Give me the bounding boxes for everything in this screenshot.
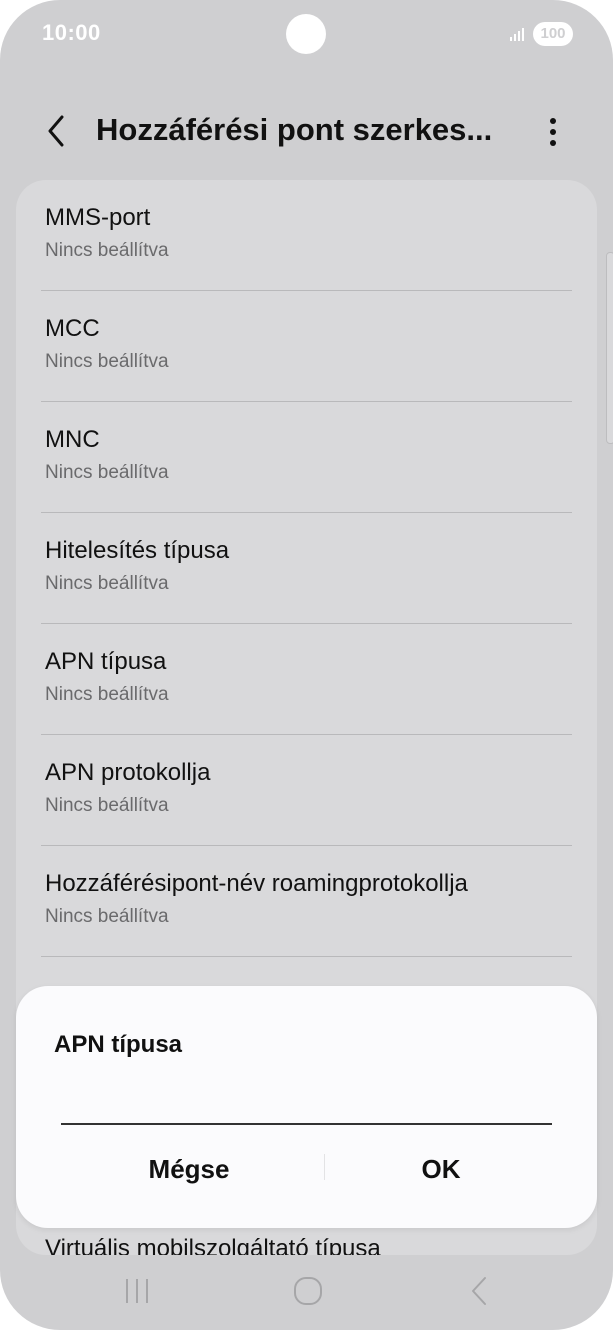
setting-title: MMS-port — [45, 204, 151, 231]
setting-value: Nincs beállítva — [45, 684, 169, 705]
apn-type-dialog: APN típusa Mégse OK — [16, 986, 597, 1228]
back-icon[interactable] — [455, 1269, 505, 1313]
setting-title: APN típusa — [45, 648, 167, 675]
setting-title: Hitelesítés típusa — [45, 537, 230, 564]
setting-row-mnc[interactable]: MNC Nincs beállítva — [16, 402, 597, 513]
app-bar: Hozzáférési pont szerkes... — [0, 100, 613, 164]
cancel-button[interactable]: Mégse — [74, 1136, 304, 1200]
setting-value: Nincs beállítva — [45, 795, 169, 816]
home-icon[interactable] — [283, 1269, 333, 1313]
signal-icon — [510, 28, 524, 41]
setting-row-mms-port[interactable]: MMS-port Nincs beállítva — [16, 180, 597, 291]
setting-title: Hozzáférésipont-név roamingprotokollja — [45, 870, 468, 897]
setting-row-roaming-protocol[interactable]: Hozzáférésipont-név roamingprotokollja N… — [16, 846, 597, 957]
more-vert-icon[interactable] — [538, 114, 568, 150]
setting-title: MCC — [45, 315, 100, 342]
ok-button[interactable]: OK — [326, 1136, 556, 1200]
setting-row-mvno-type[interactable]: Virtuális mobilszolgáltató típusa — [45, 1235, 381, 1255]
camera-cutout — [286, 14, 326, 54]
battery-icon: 100 — [533, 22, 573, 46]
button-separator — [324, 1154, 325, 1180]
setting-value: Nincs beállítva — [45, 573, 169, 594]
scrollbar[interactable] — [606, 252, 613, 444]
setting-value: Nincs beállítva — [45, 906, 169, 927]
setting-value: Nincs beállítva — [45, 351, 169, 372]
phone-screen: 10:00 100 Hozzáférési pont szerkes... MM… — [0, 0, 613, 1330]
setting-row-apn-type[interactable]: APN típusa Nincs beállítva — [16, 624, 597, 735]
setting-row-auth-type[interactable]: Hitelesítés típusa Nincs beállítva — [16, 513, 597, 624]
status-time: 10:00 — [42, 20, 101, 45]
page-title: Hozzáférési pont szerkes... — [96, 112, 493, 147]
dialog-title: APN típusa — [54, 1031, 183, 1058]
recent-apps-icon[interactable] — [112, 1269, 162, 1313]
input-underline — [61, 1123, 552, 1125]
setting-title: MNC — [45, 426, 100, 453]
setting-value: Nincs beállítva — [45, 462, 169, 483]
setting-row-mcc[interactable]: MCC Nincs beállítva — [16, 291, 597, 402]
setting-row-apn-protocol[interactable]: APN protokollja Nincs beállítva — [16, 735, 597, 846]
chevron-left-icon[interactable] — [42, 114, 72, 148]
apn-type-input[interactable] — [61, 1091, 551, 1121]
divider — [41, 956, 572, 957]
navigation-bar — [0, 1255, 613, 1330]
setting-title: APN protokollja — [45, 759, 211, 786]
status-bar: 10:00 100 — [0, 0, 613, 70]
setting-value: Nincs beállítva — [45, 240, 169, 261]
